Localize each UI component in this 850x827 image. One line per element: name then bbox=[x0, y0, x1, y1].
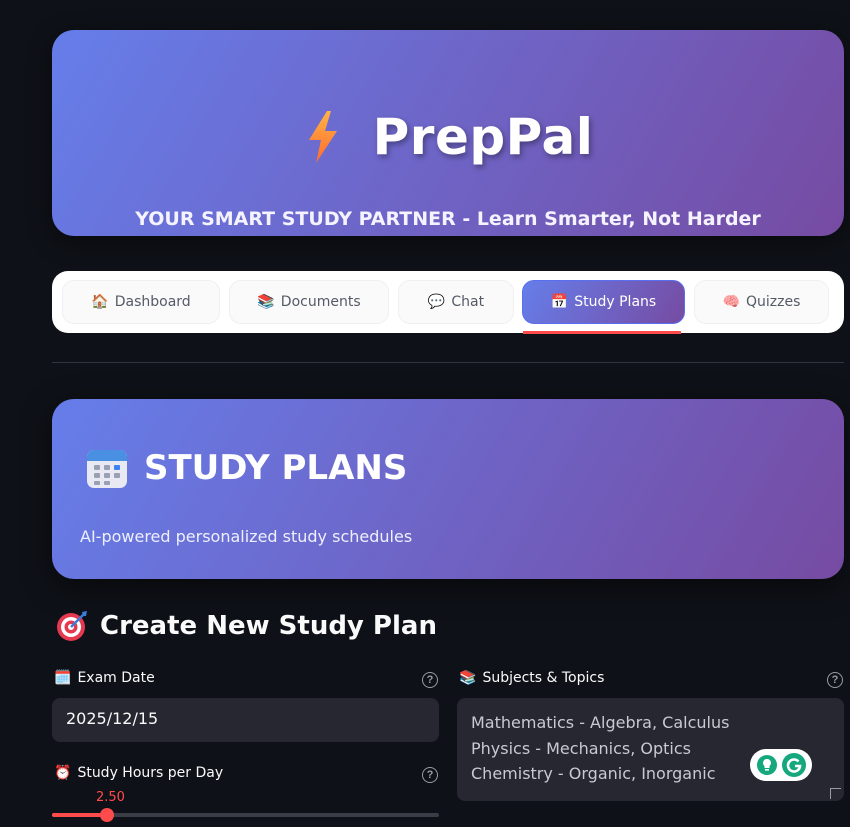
app-header: PrepPal YOUR SMART STUDY PARTNER - Learn… bbox=[52, 30, 844, 236]
subject-line: Mathematics - Algebra, Calculus bbox=[471, 713, 730, 732]
tab-documents[interactable]: 📚 Documents bbox=[229, 280, 389, 324]
app-subtitle: YOUR SMART STUDY PARTNER - Learn Smarter… bbox=[135, 208, 761, 230]
study-hours-label: ⏰ Study Hours per Day bbox=[54, 765, 223, 781]
tab-label: Quizzes bbox=[746, 294, 801, 310]
tab-chat[interactable]: 💬 Chat bbox=[398, 280, 514, 324]
books-icon: 📚 bbox=[257, 294, 275, 310]
lightning-icon bbox=[308, 111, 337, 163]
page-subtitle: AI-powered personalized study schedules bbox=[80, 527, 413, 546]
subjects-label-text: Subjects & Topics bbox=[482, 670, 605, 686]
house-icon: 🏠 bbox=[91, 294, 109, 310]
banner-title-row: STUDY PLANS bbox=[86, 447, 407, 489]
help-icon[interactable]: ? bbox=[422, 672, 438, 688]
help-icon[interactable]: ? bbox=[422, 767, 438, 783]
brain-icon: 🧠 bbox=[722, 294, 741, 310]
page-banner: STUDY PLANS AI-powered personalized stud… bbox=[52, 399, 844, 579]
app-title: PrepPal bbox=[372, 108, 594, 166]
exam-date-input[interactable]: 2025/12/15 bbox=[52, 698, 439, 742]
resize-handle[interactable] bbox=[830, 788, 841, 799]
tab-label: Documents bbox=[280, 294, 361, 310]
target-icon bbox=[57, 611, 87, 641]
slider-thumb[interactable] bbox=[100, 808, 115, 822]
divider bbox=[52, 362, 844, 363]
tab-study-plans[interactable]: 📅 Study Plans bbox=[522, 280, 685, 324]
section-heading: Create New Study Plan bbox=[56, 610, 437, 642]
spiral-calendar-icon: 🗓️ bbox=[54, 670, 72, 686]
calendar-icon: 📅 bbox=[550, 294, 569, 310]
subjects-label: 📚 Subjects & Topics bbox=[459, 670, 604, 686]
grammarly-icon bbox=[781, 753, 806, 777]
page-title: STUDY PLANS bbox=[144, 448, 408, 488]
exam-date-label-text: Exam Date bbox=[77, 670, 155, 686]
active-tab-indicator bbox=[523, 331, 681, 334]
tab-dashboard[interactable]: 🏠 Dashboard bbox=[62, 280, 220, 324]
calendar-icon bbox=[87, 450, 127, 488]
help-icon[interactable]: ? bbox=[827, 672, 843, 688]
section-title: Create New Study Plan bbox=[100, 611, 437, 641]
books-icon: 📚 bbox=[459, 670, 477, 686]
tab-label: Chat bbox=[451, 294, 485, 310]
tab-label: Study Plans bbox=[574, 294, 657, 310]
speech-bubble-icon: 💬 bbox=[427, 294, 446, 310]
grammarly-widget[interactable] bbox=[750, 749, 812, 781]
tab-quizzes[interactable]: 🧠 Quizzes bbox=[694, 280, 829, 324]
tab-bar: 🏠 Dashboard 📚 Documents 💬 Chat 📅 Study P… bbox=[52, 271, 844, 333]
exam-date-label: 🗓️ Exam Date bbox=[54, 670, 155, 686]
slider-fill bbox=[52, 813, 108, 817]
lightbulb-icon bbox=[756, 755, 777, 775]
tab-label: Dashboard bbox=[114, 294, 191, 310]
alarm-clock-icon: ⏰ bbox=[54, 765, 72, 781]
app-title-row: PrepPal bbox=[52, 108, 844, 166]
study-hours-label-text: Study Hours per Day bbox=[77, 765, 224, 781]
slider-value: 2.50 bbox=[96, 790, 125, 805]
